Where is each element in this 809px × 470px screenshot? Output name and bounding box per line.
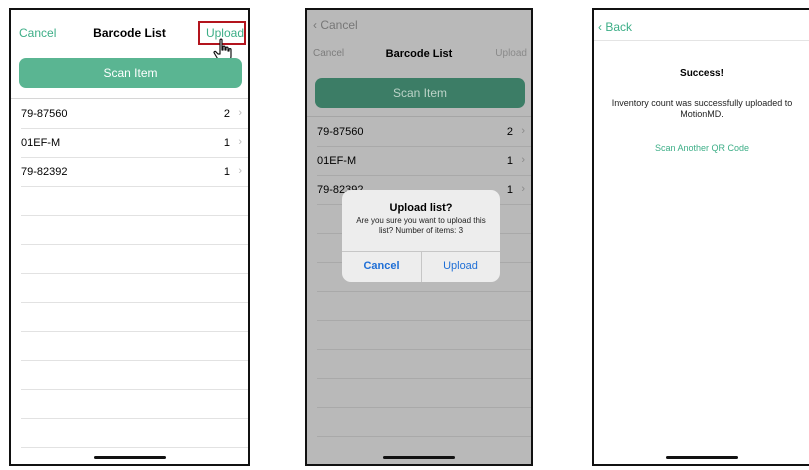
success-message: Inventory count was successfully uploade… — [611, 98, 793, 119]
row-separator — [21, 244, 248, 245]
item-code: 79-82392 — [21, 166, 68, 178]
item-code: 01EF-M — [21, 137, 61, 149]
upload-button[interactable]: Upload — [495, 48, 527, 59]
row-separator — [21, 447, 248, 448]
home-indicator — [93, 456, 166, 459]
chevron-right-icon: › — [238, 107, 242, 119]
list-item[interactable]: 79-82392 1 › — [11, 158, 248, 186]
divider — [594, 40, 809, 41]
dialog-upload-button[interactable]: Upload — [421, 251, 500, 282]
item-code: 79-87560 — [21, 108, 68, 120]
success-title: Success! — [680, 68, 724, 79]
item-code: 01EF-M — [317, 155, 357, 167]
row-separator — [21, 418, 248, 419]
navigation-bar: Cancel Barcode List Upload — [11, 10, 248, 64]
home-indicator — [666, 456, 738, 459]
dialog-title: Upload list? — [389, 202, 453, 214]
row-separator — [21, 186, 248, 187]
row-separator — [317, 320, 531, 321]
dialog-message: Are you sure you want to upload this lis… — [356, 216, 486, 235]
row-separator — [21, 360, 248, 361]
list-item[interactable]: 01EF-M 1 › — [307, 147, 531, 175]
item-count: 1 — [506, 155, 513, 167]
phone-screen-upload-confirm: ‹ Cancel Cancel Barcode List Upload Scan… — [305, 8, 533, 466]
list-item[interactable]: 01EF-M 1 › — [11, 129, 248, 157]
item-count: 1 — [223, 137, 230, 149]
item-code: 79-87560 — [317, 126, 364, 138]
item-count: 1 — [223, 166, 230, 178]
row-separator — [21, 389, 248, 390]
chevron-left-icon: ‹ — [598, 20, 602, 34]
upload-confirm-dialog: Upload list? Are you sure you want to up… — [342, 190, 500, 282]
chevron-right-icon: › — [521, 125, 525, 137]
item-count: 2 — [223, 108, 230, 120]
scan-another-qr-link[interactable]: Scan Another QR Code — [594, 143, 809, 153]
divider — [307, 116, 531, 117]
scan-item-button[interactable]: Scan Item — [19, 58, 242, 88]
home-indicator — [383, 456, 455, 459]
row-separator — [21, 273, 248, 274]
chevron-right-icon: › — [521, 183, 525, 195]
row-separator — [21, 215, 248, 216]
chevron-right-icon: › — [238, 165, 242, 177]
row-separator — [21, 302, 248, 303]
scan-item-button[interactable]: Scan Item — [315, 78, 525, 108]
dialog-cancel-button[interactable]: Cancel — [342, 251, 421, 282]
row-separator — [317, 349, 531, 350]
phone-screen-success: ‹ Back Success! Inventory count was succ… — [592, 8, 809, 466]
back-button[interactable]: ‹ Back — [598, 20, 632, 34]
row-separator — [317, 436, 531, 437]
back-label: Back — [605, 20, 633, 34]
row-separator — [21, 331, 248, 332]
divider — [11, 98, 248, 99]
row-separator — [317, 378, 531, 379]
list-item[interactable]: 79-87560 2 › — [307, 118, 531, 146]
item-count: 1 — [506, 184, 513, 196]
list-item[interactable]: 79-87560 2 › — [11, 100, 248, 128]
chevron-right-icon: › — [521, 154, 525, 166]
phone-screen-barcode-list: Cancel Barcode List Upload Scan Item 79-… — [9, 8, 250, 466]
item-count: 2 — [506, 126, 513, 138]
chevron-right-icon: › — [238, 136, 242, 148]
navigation-bar: Cancel Barcode List Upload — [307, 10, 531, 60]
row-separator — [317, 407, 531, 408]
row-separator — [317, 291, 531, 292]
